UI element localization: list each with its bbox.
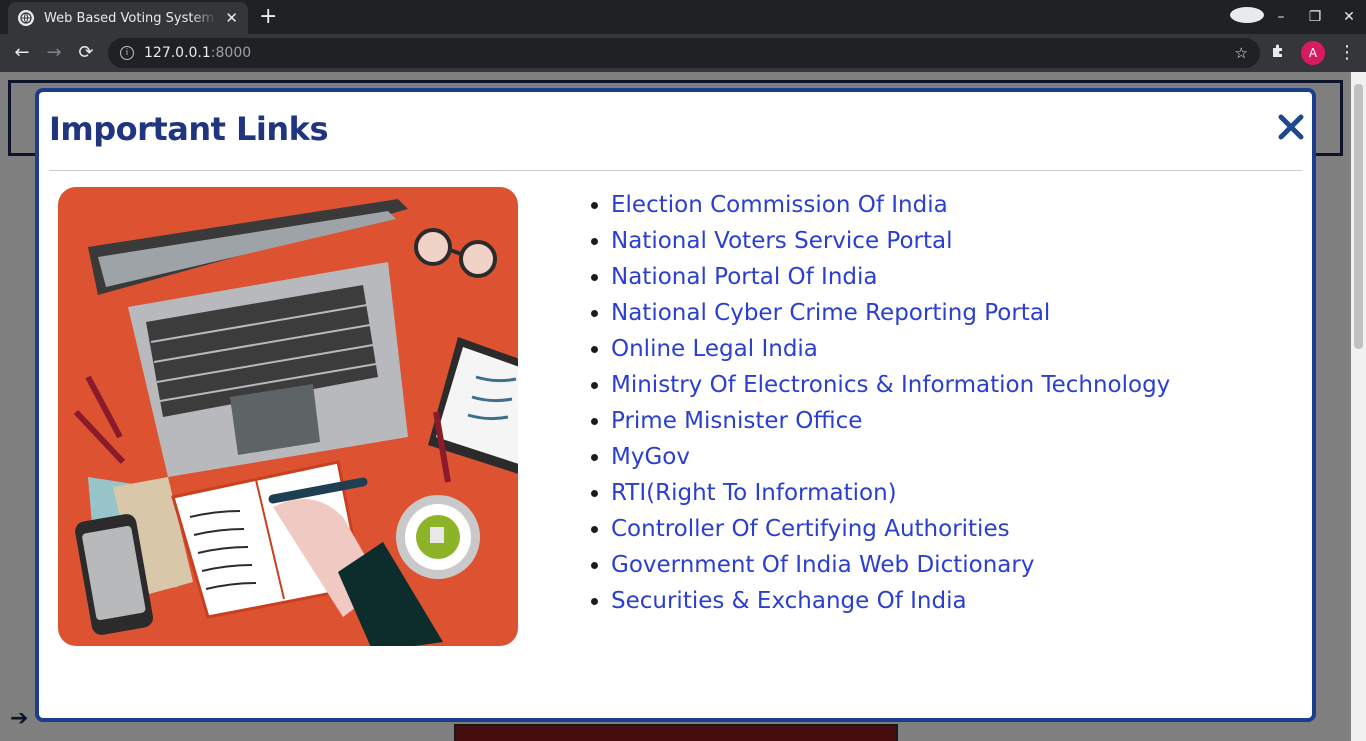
list-item: Government Of India Web Dictionary	[611, 547, 1170, 583]
page-viewport: ➔ Important Links	[0, 72, 1366, 741]
address-bar[interactable]: i 127.0.0.1 :8000 ☆	[108, 38, 1260, 68]
modal-divider	[49, 170, 1302, 171]
profile-avatar[interactable]: A	[1301, 41, 1325, 65]
list-item: Prime Misnister Office	[611, 403, 1170, 439]
list-item: Securities & Exchange Of India	[611, 583, 1170, 619]
reload-button[interactable]: ⟳	[75, 42, 97, 64]
tab-close-button[interactable]: ✕	[225, 9, 238, 27]
important-links-list: Election Commission Of India National Vo…	[589, 187, 1170, 619]
list-item: Controller Of Certifying Authorities	[611, 511, 1170, 547]
close-icon[interactable]	[1276, 112, 1306, 142]
puzzle-icon[interactable]	[1270, 43, 1286, 63]
url-host: 127.0.0.1	[144, 45, 211, 61]
list-item: MyGov	[611, 439, 1170, 475]
tab-title: Web Based Voting System	[44, 10, 215, 26]
workspace-illustration	[58, 187, 518, 646]
back-button[interactable]: ←	[11, 42, 33, 64]
browser-toolbar: ← → ⟳ i 127.0.0.1 :8000 ☆ A ⋮	[0, 34, 1366, 72]
bookmark-star-icon[interactable]: ☆	[1235, 44, 1248, 62]
list-item: National Portal Of India	[611, 259, 1170, 295]
new-tab-button[interactable]: +	[259, 6, 277, 28]
link-rti[interactable]: RTI(Right To Information)	[611, 480, 897, 506]
close-window-button[interactable]: ✕	[1332, 9, 1366, 25]
window-controls: – ❐ ✕	[1230, 0, 1366, 34]
list-item: RTI(Right To Information)	[611, 475, 1170, 511]
link-national-portal[interactable]: National Portal Of India	[611, 264, 878, 290]
link-online-legal-india[interactable]: Online Legal India	[611, 336, 818, 362]
link-meity[interactable]: Ministry Of Electronics & Information Te…	[611, 372, 1170, 398]
list-item: Election Commission Of India	[611, 187, 1170, 223]
browser-menu-icon[interactable]: ⋮	[1338, 42, 1356, 63]
scrollbar-thumb[interactable]	[1354, 84, 1363, 349]
list-item: National Voters Service Portal	[611, 223, 1170, 259]
list-item: Online Legal India	[611, 331, 1170, 367]
url-port: :8000	[210, 45, 252, 61]
link-mygov[interactable]: MyGov	[611, 444, 690, 470]
browser-tab-strip: Web Based Voting System ✕ + – ❐ ✕	[0, 0, 1366, 34]
page-scrollbar[interactable]	[1351, 72, 1366, 741]
globe-icon	[18, 10, 34, 26]
modal-title: Important Links	[49, 110, 329, 148]
link-sebi[interactable]: Securities & Exchange Of India	[611, 588, 967, 614]
link-cyber-crime-portal[interactable]: National Cyber Crime Reporting Portal	[611, 300, 1050, 326]
profile-menu-icon[interactable]	[1230, 7, 1264, 27]
browser-tab[interactable]: Web Based Voting System ✕	[8, 2, 248, 34]
list-item: National Cyber Crime Reporting Portal	[611, 295, 1170, 331]
important-links-modal: Important Links • Election Commission Of…	[35, 88, 1316, 722]
maximize-button[interactable]: ❐	[1298, 9, 1332, 25]
link-web-dictionary[interactable]: Government Of India Web Dictionary	[611, 552, 1034, 578]
link-voters-service-portal[interactable]: National Voters Service Portal	[611, 228, 953, 254]
list-item: Ministry Of Electronics & Information Te…	[611, 367, 1170, 403]
link-election-commission[interactable]: Election Commission Of India	[611, 192, 948, 218]
forward-button[interactable]: →	[43, 42, 65, 64]
link-prime-minister-office[interactable]: Prime Misnister Office	[611, 408, 862, 434]
site-info-icon[interactable]: i	[120, 46, 134, 60]
minimize-button[interactable]: –	[1264, 9, 1298, 25]
link-certifying-authorities[interactable]: Controller Of Certifying Authorities	[611, 516, 1010, 542]
